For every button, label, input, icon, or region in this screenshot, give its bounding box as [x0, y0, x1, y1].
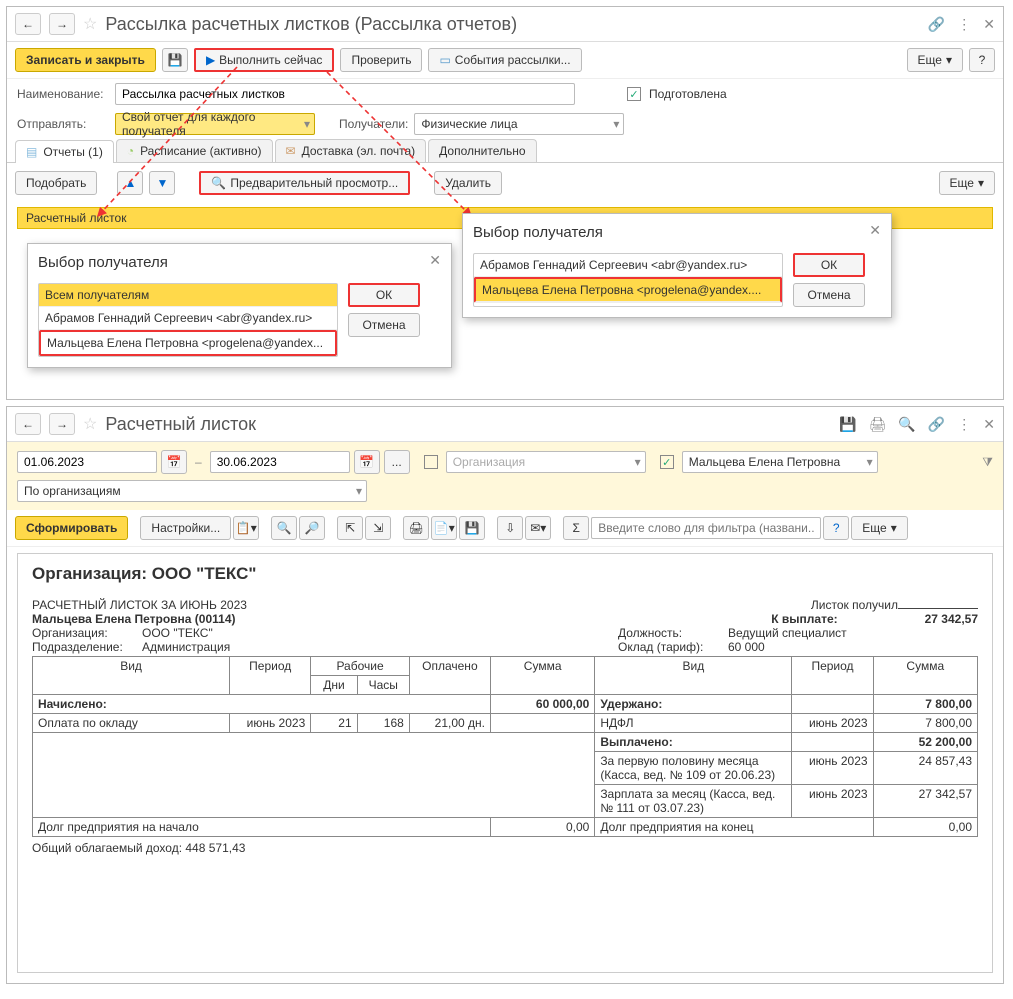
- more-2[interactable]: Еще ▾: [851, 516, 907, 540]
- popup1-all[interactable]: Всем получателям: [39, 284, 337, 307]
- popup2-title: Выбор получателя: [473, 224, 881, 241]
- tab-schedule[interactable]: ◔Расписание (активно): [116, 139, 273, 162]
- tab-delivery[interactable]: ✉Доставка (эл. почта): [275, 139, 427, 162]
- send-label: Отправлять:: [17, 117, 109, 131]
- nav-back-2[interactable]: ←: [15, 413, 41, 435]
- date-from[interactable]: [17, 451, 157, 473]
- window-title: Рассылка расчетных листков (Рассылка отч…: [105, 14, 919, 35]
- nav-fwd-2[interactable]: →: [49, 413, 75, 435]
- mail-icon[interactable]: ✉▾: [525, 516, 551, 540]
- menu-icon[interactable]: ⋮: [957, 16, 971, 33]
- help-button[interactable]: ?: [969, 48, 995, 72]
- report-org-header: Организация: ООО "ТЕКС": [32, 564, 978, 584]
- report-body: Организация: ООО "ТЕКС" РАСЧЕТНЫЙ ЛИСТОК…: [17, 553, 993, 973]
- recipient-popup-2: ✕ Выбор получателя Абрамов Геннадий Серг…: [462, 213, 892, 318]
- delete-button[interactable]: Удалить: [434, 171, 502, 195]
- send-mode-select[interactable]: Свой отчет для каждого получателя: [115, 113, 315, 135]
- fav-icon[interactable]: ☆: [83, 14, 97, 34]
- titlebar-1: ← → ☆ Рассылка расчетных листков (Рассыл…: [7, 7, 1003, 42]
- link-icon[interactable]: 🔗: [928, 16, 945, 33]
- popup1-row-1[interactable]: Абрамов Геннадий Сергеевич <abr@yandex.r…: [39, 307, 337, 330]
- popup2-row-1[interactable]: Абрамов Геннадий Сергеевич <abr@yandex.r…: [474, 254, 782, 277]
- preview-button[interactable]: 🔍Предварительный просмотр...: [199, 171, 410, 195]
- popup2-list: Абрамов Геннадий Сергеевич <abr@yandex.r…: [473, 253, 783, 307]
- close-icon[interactable]: ✕: [983, 16, 995, 33]
- popup2-ok[interactable]: ОК: [793, 253, 865, 277]
- prepared-checkbox[interactable]: ✓Подготовлена: [627, 87, 727, 101]
- payslip-window: ← → ☆ Расчетный листок 💾 🖨 🔍 🔗 ⋮ ✕ 📅 – 📅…: [6, 406, 1004, 984]
- group-select[interactable]: По организациям: [17, 480, 367, 502]
- popup2-close[interactable]: ✕: [869, 222, 881, 239]
- popup1-close[interactable]: ✕: [429, 252, 441, 269]
- to-pay: 27 342,57: [925, 612, 978, 626]
- collapse-icon[interactable]: ⇲: [365, 516, 391, 540]
- payslip-table: Вид Период Рабочие Оплачено Сумма Вид Пе…: [32, 656, 978, 837]
- period-title: РАСЧЕТНЫЙ ЛИСТОК ЗА ИЮНЬ 2023: [32, 598, 247, 612]
- run-now-button[interactable]: ▶Выполнить сейчас: [194, 48, 335, 72]
- name-label: Наименование:: [17, 87, 109, 101]
- find-icon[interactable]: 🔍: [271, 516, 297, 540]
- events-button[interactable]: ▭События рассылки...: [428, 48, 581, 72]
- save-report-icon[interactable]: 💾: [459, 516, 485, 540]
- report-toolbar: Сформировать Настройки... 📋▾ 🔍 🔎 ⇱ ⇲ 🖨 📄…: [7, 510, 1003, 547]
- generate-button[interactable]: Сформировать: [15, 516, 128, 540]
- filter-field[interactable]: [591, 517, 821, 539]
- move-down-icon[interactable]: ▼: [149, 171, 175, 195]
- nav-back[interactable]: ←: [15, 13, 41, 35]
- sum-icon[interactable]: Σ: [563, 516, 589, 540]
- next-icon[interactable]: 🔎: [299, 516, 325, 540]
- preview-icon[interactable]: 🔍: [898, 416, 915, 433]
- cal-from-icon[interactable]: 📅: [161, 450, 187, 474]
- employee-select[interactable]: Мальцева Елена Петровна: [682, 451, 878, 473]
- popup1-title: Выбор получателя: [38, 254, 441, 271]
- save-close-button[interactable]: Записать и закрыть: [15, 48, 156, 72]
- mailing-window: ← → ☆ Рассылка расчетных листков (Рассыл…: [6, 6, 1004, 400]
- org-checkbox[interactable]: [424, 455, 438, 469]
- save-icon-2[interactable]: 💾: [839, 416, 856, 433]
- check-button[interactable]: Проверить: [340, 48, 422, 72]
- org-select[interactable]: Организация: [446, 451, 646, 473]
- funnel-icon[interactable]: ⧩: [982, 455, 993, 470]
- fav-icon-2[interactable]: ☆: [83, 414, 97, 434]
- main-toolbar: Записать и закрыть 💾 ▶Выполнить сейчас П…: [7, 42, 1003, 79]
- tab-reports[interactable]: ▤Отчеты (1): [15, 140, 114, 163]
- export-icon[interactable]: ⇩: [497, 516, 523, 540]
- titlebar-2: ← → ☆ Расчетный листок 💾 🖨 🔍 🔗 ⋮ ✕: [7, 407, 1003, 442]
- date-to[interactable]: [210, 451, 350, 473]
- save-icon[interactable]: 💾: [162, 48, 188, 72]
- popup2-row-2[interactable]: Мальцева Елена Петровна <progelena@yande…: [474, 277, 782, 303]
- nav-fwd[interactable]: →: [49, 13, 75, 35]
- popup2-cancel[interactable]: Отмена: [793, 283, 865, 307]
- variants-icon[interactable]: 📋▾: [233, 516, 259, 540]
- more-button[interactable]: Еще ▾: [907, 48, 963, 72]
- recipients-label: Получатели:: [339, 117, 408, 131]
- print-icon[interactable]: 🖨: [869, 416, 887, 433]
- emp-name: Мальцева Елена Петровна (00114): [32, 612, 236, 626]
- pdf-icon[interactable]: 📄▾: [431, 516, 457, 540]
- link-icon-2[interactable]: 🔗: [928, 416, 945, 433]
- window-title-2: Расчетный листок: [105, 414, 831, 435]
- emp-checkbox[interactable]: ✓: [660, 455, 674, 469]
- cal-to-icon[interactable]: 📅: [354, 450, 380, 474]
- popup1-list: Всем получателям Абрамов Геннадий Сергее…: [38, 283, 338, 357]
- move-up-icon[interactable]: ▲: [117, 171, 143, 195]
- print-btn[interactable]: 🖨: [403, 516, 429, 540]
- period-btn[interactable]: ...: [384, 450, 410, 474]
- expand-icon[interactable]: ⇱: [337, 516, 363, 540]
- popup1-ok[interactable]: ОК: [348, 283, 420, 307]
- more-button-2[interactable]: Еще ▾: [939, 171, 995, 195]
- recipient-popup-1: ✕ Выбор получателя Всем получателям Абра…: [27, 243, 452, 368]
- tax-base: Общий облагаемый доход: 448 571,43: [32, 841, 978, 855]
- popup1-row-2[interactable]: Мальцева Елена Петровна <progelena@yande…: [39, 330, 337, 356]
- name-field[interactable]: [115, 83, 575, 105]
- pick-button[interactable]: Подобрать: [15, 171, 97, 195]
- tabs: ▤Отчеты (1) ◔Расписание (активно) ✉Доста…: [7, 139, 1003, 163]
- recipients-select[interactable]: Физические лица: [414, 113, 624, 135]
- popup1-cancel[interactable]: Отмена: [348, 313, 420, 337]
- close-icon-2[interactable]: ✕: [983, 416, 995, 433]
- settings-button[interactable]: Настройки...: [140, 516, 231, 540]
- help-2[interactable]: ?: [823, 516, 849, 540]
- tab-extra[interactable]: Дополнительно: [428, 139, 536, 162]
- menu-icon-2[interactable]: ⋮: [957, 416, 971, 433]
